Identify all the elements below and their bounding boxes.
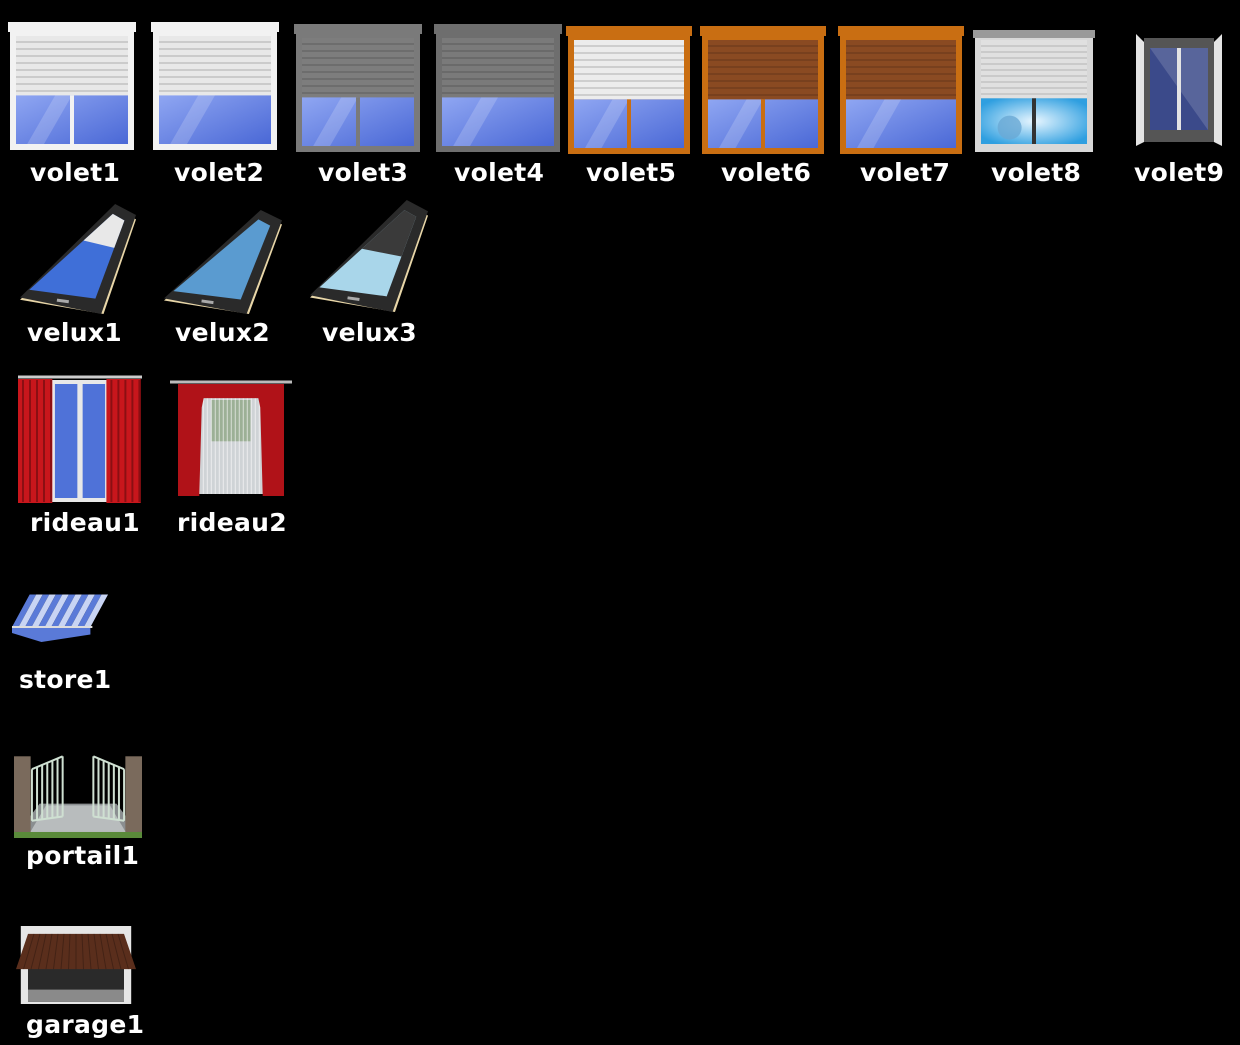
icon-label: volet9 [1134,158,1225,187]
open-window-icon [1136,34,1222,146]
window-shutter-icon [151,22,279,150]
icon-label: volet4 [454,158,545,187]
icon-label: velux3 [322,318,417,347]
window-shutter-icon [434,24,562,152]
garage-door-icon [16,926,136,1004]
curtain-icon [170,380,292,496]
icon-label: velux2 [175,318,270,347]
awning-icon [12,594,109,642]
icon-label: rideau2 [177,508,287,537]
window-shutter-icon [700,26,826,154]
icon-label: garage1 [26,1010,145,1039]
roof-window-icon [310,200,428,312]
icon-label: volet5 [586,158,677,187]
roof-window-icon [20,204,136,314]
window-shutter-icon [566,26,692,154]
icon-label: portail1 [26,841,140,870]
roof-window-icon [164,210,282,314]
curtain-icon [18,375,142,503]
icon-label: rideau1 [30,508,140,537]
icon-label: volet7 [860,158,951,187]
window-shutter-icon [973,30,1095,152]
icon-label: volet8 [991,158,1082,187]
window-shutter-icon [838,26,964,154]
icon-label: volet6 [721,158,812,187]
window-shutter-icon [294,24,422,152]
icon-label: velux1 [27,318,122,347]
icon-label: volet1 [30,158,121,187]
icon-label: store1 [19,665,112,694]
window-shutter-icon [8,22,136,150]
gate-icon [14,755,142,838]
icon-label: volet2 [174,158,265,187]
icon-label: volet3 [318,158,409,187]
